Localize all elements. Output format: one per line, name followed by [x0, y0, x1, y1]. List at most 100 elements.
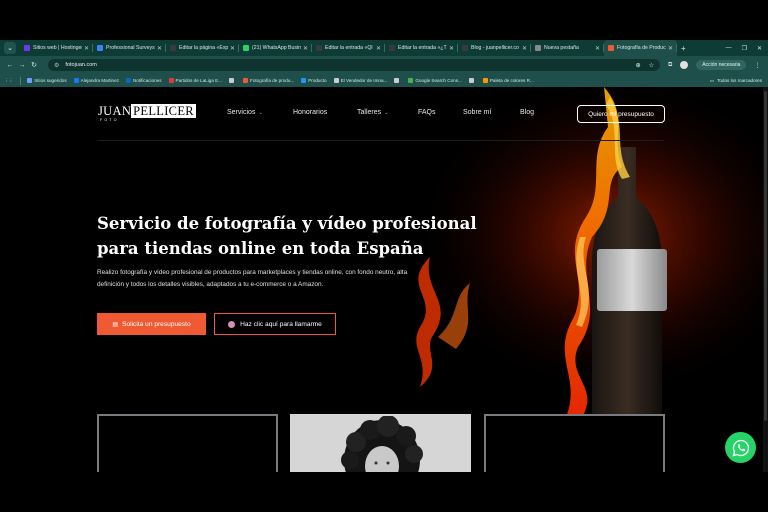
bookmark-label: Producto: [308, 78, 327, 83]
tab-search-icon[interactable]: ⌄: [4, 42, 16, 54]
close-tab-icon[interactable]: ✕: [303, 45, 308, 52]
phone-icon: [228, 320, 236, 328]
browser-tab[interactable]: Nueva pestaña ✕: [531, 40, 604, 56]
bookmark-favicon-icon: [125, 78, 131, 83]
bookmark-favicon-icon: [408, 78, 414, 83]
tab-title: Sitios web | Hostinger: [33, 45, 82, 51]
browser-tab[interactable]: Fotografía de Produc ✕: [604, 40, 677, 56]
tab-title: Editar la página «Exp: [179, 45, 228, 51]
close-tab-icon[interactable]: ✕: [230, 45, 235, 52]
chrome-icon: [535, 45, 541, 51]
bookmark-item[interactable]: [394, 78, 401, 83]
chevron-down-icon: ⌄: [258, 110, 263, 116]
extensions-icon[interactable]: ⧉: [668, 62, 672, 69]
forward-icon[interactable]: →: [16, 62, 28, 69]
bookmark-favicon-icon: [482, 78, 488, 83]
minimize-icon[interactable]: —: [726, 45, 732, 51]
bookmark-separator: [20, 76, 22, 85]
nav-honorarios[interactable]: Honorarios: [293, 109, 327, 116]
bookmark-label: Partidos de LaLiga E...: [175, 78, 223, 83]
call-me-button[interactable]: Haz clic aquí para llamarme: [214, 313, 336, 335]
gallery-card[interactable]: [290, 414, 471, 472]
bookmark-favicon-icon: [168, 78, 174, 83]
menu-icon[interactable]: ⋮: [754, 62, 760, 69]
browser-tab[interactable]: Editar la entrada «¿T ✕: [385, 40, 458, 56]
gallery-card[interactable]: [484, 414, 665, 472]
address-bar[interactable]: ⚙ fotojuan.com ⊕ ☆: [48, 59, 660, 71]
close-tab-icon[interactable]: ✕: [84, 45, 89, 52]
action-needed-button[interactable]: Acción necesaria: [696, 60, 747, 70]
whatsapp-icon: [732, 439, 749, 456]
tab-title: Fotografía de Produc: [617, 45, 666, 51]
bookmark-label: Fotografía de produ...: [250, 78, 295, 83]
request-quote-button[interactable]: ▤ Solicita un presupuesto: [97, 313, 206, 335]
zoom-icon[interactable]: ⊕: [636, 62, 641, 69]
bookmark-item[interactable]: Notificaciones: [125, 78, 162, 83]
nav-servicios[interactable]: Servicios ⌄: [227, 109, 263, 116]
browser-tab[interactable]: Professional Surveys ✕: [93, 40, 166, 56]
bookmark-label: El Vendedor de Imna...: [340, 78, 388, 83]
bookmark-item[interactable]: Fotografía de produ...: [243, 78, 294, 83]
close-window-icon[interactable]: ✕: [757, 45, 762, 52]
bookmark-item[interactable]: [229, 78, 236, 83]
bookmark-favicon-icon: [333, 78, 339, 83]
bookmark-item[interactable]: Partidos de LaLiga E...: [168, 78, 223, 83]
browser-tab[interactable]: Blog - juanpellicer.co ✕: [458, 40, 531, 56]
close-tab-icon[interactable]: ✕: [522, 45, 527, 52]
back-icon[interactable]: ←: [4, 62, 16, 69]
logo-sub-1: FOTO: [100, 118, 119, 122]
new-tab-button[interactable]: +: [677, 44, 690, 53]
all-bookmarks[interactable]: ▭ Todos los marcadores: [710, 74, 762, 87]
close-tab-icon[interactable]: ✕: [595, 45, 600, 52]
bookmark-star-icon[interactable]: ☆: [649, 62, 654, 69]
tab-title: (21) WhatsApp Busine: [252, 45, 301, 51]
bookmark-item[interactable]: Paleta de colores R...: [482, 78, 534, 83]
bookmark-item[interactable]: Google Search Cons...: [408, 78, 462, 83]
bookmark-item[interactable]: [468, 78, 476, 83]
whatsapp-button[interactable]: [725, 432, 756, 463]
tab-title: Editar la entrada «¿T: [398, 45, 447, 51]
logo-word-1: JUAN: [98, 104, 132, 118]
browser-tab[interactable]: (21) WhatsApp Busine ✕: [239, 40, 312, 56]
bookmark-item[interactable]: Sitios sugeridos: [27, 78, 67, 83]
logo-sub-2: GRAFÍA: [154, 118, 181, 122]
close-tab-icon[interactable]: ✕: [157, 45, 162, 52]
close-tab-icon[interactable]: ✕: [449, 45, 454, 52]
bookmark-item[interactable]: El Vendedor de Imna...: [333, 78, 388, 83]
browser-tab[interactable]: Editar la entrada «Ql ✕: [312, 40, 385, 56]
gallery-card[interactable]: [97, 414, 278, 472]
nav-faqs[interactable]: FAQs: [418, 109, 436, 116]
tab-title: Editar la entrada «Ql: [325, 45, 373, 51]
bookmark-favicon-icon: [243, 78, 249, 83]
bookmark-label: Alejandra Martinez: [80, 78, 119, 83]
bookmark-item[interactable]: Producto: [301, 78, 327, 83]
quote-button[interactable]: Quiero mi presupuesto: [577, 105, 665, 123]
restore-icon[interactable]: ❐: [742, 45, 747, 52]
nav-sobre-mi[interactable]: Sobre mí: [463, 109, 491, 116]
close-tab-icon[interactable]: ✕: [668, 45, 673, 52]
web-page: JUAN PELLICER FOTO GRAFÍA Servicios ⌄ Hon…: [0, 87, 768, 472]
globe-icon: [97, 45, 103, 51]
browser-tab[interactable]: Sitios web | Hostinger ✕: [20, 40, 93, 56]
hostinger-icon: [24, 45, 30, 51]
site-info-icon[interactable]: ⚙: [54, 62, 59, 69]
folder-icon: ▭: [709, 77, 715, 83]
reload-icon[interactable]: ↻: [28, 61, 40, 69]
nav-talleres[interactable]: Talleres ⌄: [357, 109, 388, 116]
close-tab-icon[interactable]: ✕: [376, 45, 381, 52]
page-scrollbar[interactable]: [763, 87, 768, 472]
wordpress-icon: [462, 45, 468, 51]
browser-tab[interactable]: Editar la página «Exp ✕: [166, 40, 239, 56]
url-text: fotojuan.com: [65, 62, 97, 68]
site-logo[interactable]: JUAN PELLICER FOTO GRAFÍA: [98, 104, 196, 125]
bookmarks-list: Sitios sugeridos Alejandra Martinez Notifi…: [27, 78, 541, 83]
bookmark-label: Paleta de colores R...: [489, 78, 534, 83]
document-icon: ▤: [112, 321, 119, 328]
bookmark-item[interactable]: Alejandra Martinez: [73, 78, 119, 83]
chevron-down-icon: ⌄: [384, 110, 389, 116]
nav-blog[interactable]: Blog: [520, 109, 534, 116]
scrollbar-thumb[interactable]: [764, 91, 767, 421]
apps-icon[interactable]: ⋮⋮: [4, 78, 13, 84]
bookmark-favicon-icon: [73, 78, 79, 83]
profile-avatar[interactable]: [680, 61, 689, 69]
